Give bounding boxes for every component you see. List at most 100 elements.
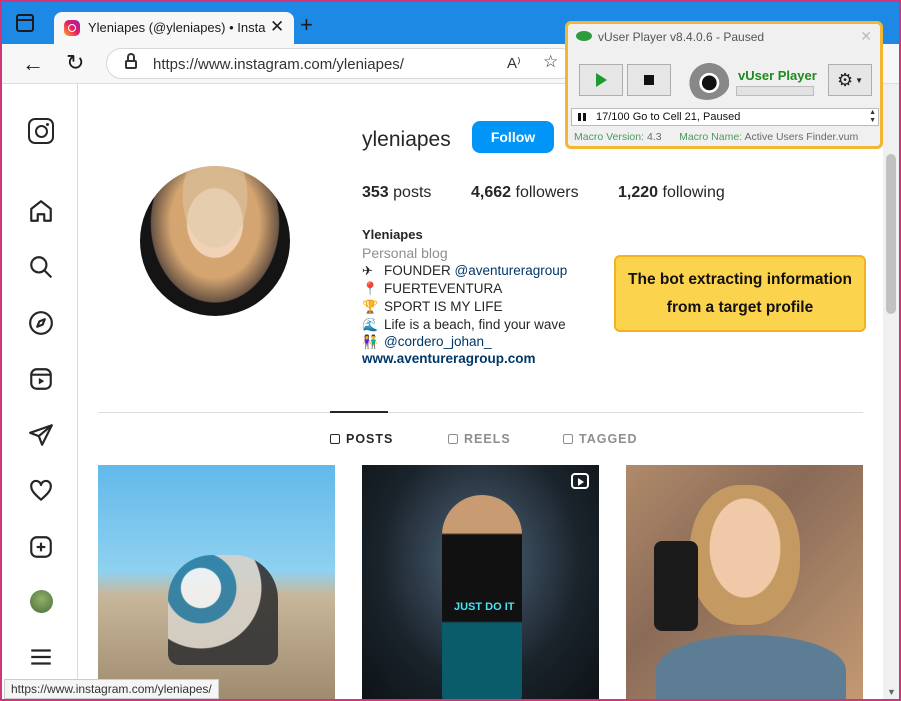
bio-text: FUERTEVENTURA (384, 281, 503, 296)
following-label: following (662, 184, 725, 201)
home-icon[interactable] (28, 198, 54, 224)
post-thumbnail[interactable]: JUST DO IT (362, 465, 599, 699)
caret-down-icon: ▼ (855, 75, 864, 85)
posts-count: 353 (362, 184, 389, 201)
stop-icon (644, 75, 654, 85)
tab-label: TAGGED (579, 432, 638, 446)
post-thumbnail[interactable] (98, 465, 335, 699)
reels-tab-icon (448, 434, 458, 444)
post-image-phone (654, 541, 698, 631)
followers-stat[interactable]: 4,662 followers (471, 184, 579, 202)
instagram-favicon-icon (64, 20, 80, 36)
macro-version-label: Macro Version: (574, 131, 645, 143)
tab-label: POSTS (346, 432, 394, 446)
instagram-logo-icon[interactable] (28, 118, 54, 144)
followers-count: 4,662 (471, 184, 512, 201)
profile-avatar[interactable] (140, 166, 290, 316)
profile-website-link[interactable]: www.aventureragroup.com (362, 351, 536, 366)
vuser-hand-pause-icon (684, 62, 730, 100)
search-icon[interactable] (28, 254, 54, 280)
active-tab-indicator (330, 411, 388, 413)
bio-line: 🏆 SPORT IS MY LIFE (362, 299, 503, 315)
browser-tab[interactable]: Yleniapes (@yleniapes) • Instagram ✕ (54, 12, 294, 44)
bio-mention-link[interactable]: @aventureragroup (455, 263, 568, 278)
tab-title: Yleniapes (@yleniapes) • Instagram (88, 20, 266, 35)
vuser-status-field: 17/100 Go to Cell 21, Paused ▲ ▼ (571, 108, 879, 126)
vuser-window-title: vUser Player v8.4.0.6 - Paused (598, 30, 765, 44)
bio-text: Life is a beach, find your wave (384, 317, 566, 332)
bio-line: ✈ FOUNDER @aventureragroup (362, 263, 567, 279)
post-thumbnail[interactable] (626, 465, 863, 699)
tab-reels[interactable]: REELS (448, 432, 511, 446)
couple-emoji-icon: 👫 (362, 334, 379, 349)
post-image (690, 485, 800, 625)
refresh-icon[interactable]: ↻ (66, 50, 84, 76)
stop-button[interactable] (627, 64, 671, 96)
vuser-status-text: 17/100 Go to Cell 21, Paused (596, 111, 741, 123)
scrollbar-thumb[interactable] (886, 154, 896, 314)
play-button[interactable] (579, 64, 623, 96)
close-tab-icon[interactable]: ✕ (270, 17, 284, 37)
vuser-player-window: vUser Player v8.4.0.6 - Paused ✕ vUser P… (565, 21, 883, 149)
pin-emoji-icon: 📍 (362, 281, 379, 296)
macro-name-label: Macro Name: (679, 131, 743, 143)
vuser-titlebar[interactable]: vUser Player v8.4.0.6 - Paused ✕ (568, 24, 880, 50)
macro-version-value: 4.3 (646, 131, 662, 143)
reels-icon[interactable] (28, 366, 54, 392)
notifications-heart-icon[interactable] (28, 478, 54, 504)
following-count: 1,220 (618, 184, 659, 201)
profile-full-name: Yleniapes (362, 227, 423, 242)
posts-stat: 353 posts (362, 184, 431, 202)
profile-avatar-icon[interactable] (30, 590, 53, 613)
app-frame: Yleniapes (@yleniapes) • Instagram ✕ + ←… (0, 0, 901, 701)
tabs-divider (98, 412, 863, 413)
profile-category: Personal blog (362, 245, 448, 261)
bio-text: FOUNDER (384, 263, 455, 278)
post-image (168, 555, 278, 665)
lock-icon[interactable] (125, 53, 137, 69)
wave-emoji-icon: 🌊 (362, 317, 379, 332)
spinner-arrows-icon[interactable]: ▲ ▼ (869, 109, 876, 125)
vuser-progress-bar (736, 86, 814, 96)
following-stat[interactable]: 1,220 following (618, 184, 725, 202)
status-bar-url: https://www.instagram.com/yleniapes/ (4, 679, 219, 699)
add-favorite-icon[interactable]: ☆ (543, 52, 558, 72)
close-icon[interactable]: ✕ (860, 28, 872, 45)
tagged-icon (563, 434, 573, 444)
address-bar[interactable]: https://www.instagram.com/yleniapes/ A⁾ … (106, 48, 576, 79)
tab-actions-icon[interactable] (16, 14, 34, 32)
create-post-icon[interactable] (28, 534, 54, 560)
settings-button[interactable]: ⚙ ▼ (828, 64, 872, 96)
post-overlay-text: JUST DO IT (454, 601, 515, 613)
follow-button[interactable]: Follow (472, 121, 554, 153)
bio-line: 🌊 Life is a beach, find your wave (362, 317, 566, 333)
grid-icon (330, 434, 340, 444)
bio-line: 👫 @cordero_johan_ (362, 334, 492, 350)
bio-mention-link[interactable]: @cordero_johan_ (384, 334, 492, 349)
annotation-callout: The bot extracting information from a ta… (614, 255, 866, 332)
scroll-down-icon[interactable]: ▼ (887, 687, 896, 697)
bio-text: SPORT IS MY LIFE (384, 299, 503, 314)
explore-icon[interactable] (28, 310, 54, 336)
tab-tagged[interactable]: TAGGED (563, 432, 638, 446)
followers-label: followers (515, 184, 579, 201)
page-scrollbar[interactable]: ▼ (883, 84, 899, 699)
tab-label: REELS (464, 432, 511, 446)
messages-icon[interactable] (28, 422, 54, 448)
post-image (442, 495, 522, 699)
profile-username: yleniapes (362, 128, 451, 151)
macro-name-value: Active Users Finder.vum (744, 131, 859, 143)
url-prefix: https://www.instagram.com/ (153, 56, 337, 73)
trophy-emoji-icon: 🏆 (362, 299, 379, 314)
tab-posts[interactable]: POSTS (330, 432, 393, 446)
reel-indicator-icon (571, 473, 589, 489)
post-image-shirt (656, 635, 846, 699)
play-icon (595, 73, 607, 87)
back-arrow-icon[interactable]: ← (22, 51, 44, 77)
url-path: yleniapes/ (336, 56, 404, 73)
url-text[interactable]: https://www.instagram.com/yleniapes/ (153, 56, 404, 73)
new-tab-button[interactable]: + (300, 12, 313, 38)
menu-icon[interactable] (28, 644, 54, 670)
bio-line: 📍 FUERTEVENTURA (362, 281, 502, 297)
read-aloud-icon[interactable]: A⁾ (507, 54, 521, 72)
